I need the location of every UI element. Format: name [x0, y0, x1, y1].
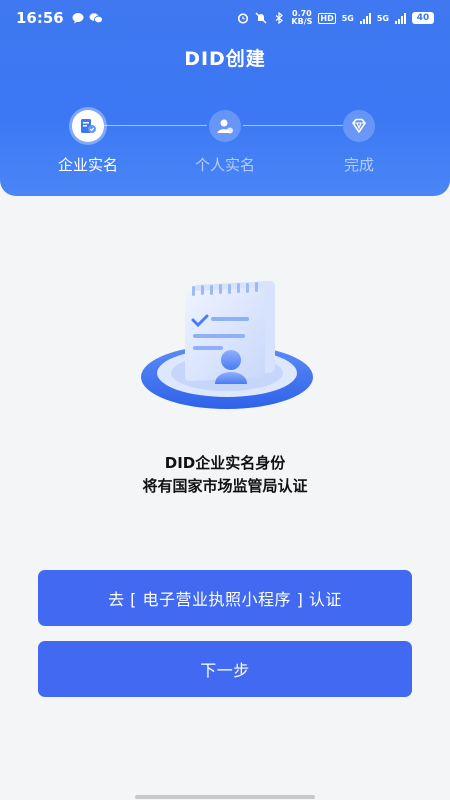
hd-badge: HD [318, 12, 336, 24]
signal-icon [359, 12, 371, 24]
description: DID企业实名身份 将有国家市场监管局认证 [0, 452, 450, 498]
step-label-personal: 个人实名 [194, 156, 255, 174]
step-label-done: 完成 [343, 156, 374, 174]
battery-icon: 40 [412, 12, 434, 24]
bluetooth-icon [276, 12, 284, 24]
chat-bubble-icon [72, 13, 84, 24]
step-indicator: 企业实名 个人实名 完成 [0, 108, 450, 188]
alarm-icon [238, 13, 249, 24]
header: 16:56 0.70 KB/S HD 5G 5G 40 DID创建 企业实名 个… [0, 0, 450, 196]
enterprise-verify-illustration [141, 280, 313, 409]
verify-mini-program-button[interactable]: 去 [ 电子营业执照小程序 ] 认证 [38, 570, 412, 626]
step-connector [243, 125, 343, 126]
signal-icon [395, 12, 406, 24]
step-label-enterprise: 企业实名 [57, 156, 118, 174]
next-step-button[interactable]: 下一步 [38, 641, 412, 697]
enterprise-icon [72, 110, 104, 142]
person-verify-icon [209, 110, 241, 142]
mute-icon [255, 12, 267, 24]
network-label-b: 5G [376, 13, 389, 23]
page-title: DID创建 [184, 48, 266, 70]
net-speed: 0.70 KB/S [291, 9, 313, 26]
description-line-1: DID企业实名身份 [164, 454, 286, 472]
network-label-a: 5G [341, 13, 354, 23]
description-line-2: 将有国家市场监管局认证 [142, 477, 308, 495]
wechat-icon [89, 13, 103, 24]
step-connector [104, 125, 207, 126]
diamond-icon [343, 110, 375, 142]
status-time: 16:56 [16, 9, 64, 27]
status-bar: 16:56 0.70 KB/S HD 5G 5G 40 [0, 0, 450, 36]
home-indicator[interactable] [135, 795, 315, 799]
